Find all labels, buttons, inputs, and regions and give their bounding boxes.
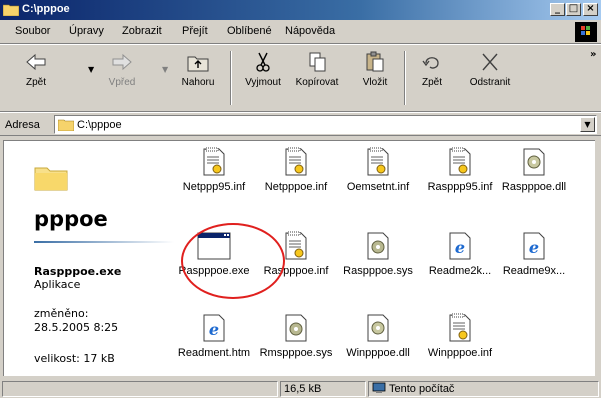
ie-icon: e <box>173 313 255 343</box>
menu-bar: Soubor Úpravy Zobrazit Přejít Oblíbené N… <box>0 20 601 44</box>
folder-view: pppoe Raspppoe.exe Aplikace změněno: 28.… <box>3 140 601 376</box>
maximize-button[interactable]: □ <box>566 3 581 16</box>
file-item[interactable]: Netpppoe.inf <box>255 147 337 193</box>
file-name: Winpppoe.dll <box>346 347 410 359</box>
modified-date: 28.5.2005 8:25 <box>34 321 119 334</box>
ie-icon: e <box>419 231 501 261</box>
details-panel: pppoe Raspppoe.exe Aplikace změněno: 28.… <box>4 141 182 377</box>
file-item[interactable]: Raspppoe.dll <box>493 147 575 193</box>
status-size: 16,5 kB <box>280 381 366 397</box>
file-item[interactable]: e Readme2k... <box>419 231 501 277</box>
inf-icon <box>419 313 501 343</box>
svg-text:e: e <box>529 238 539 257</box>
selected-file-type: Aplikace <box>34 278 81 291</box>
file-name: Winpppoe.inf <box>427 347 493 359</box>
folder-icon <box>3 4 19 16</box>
file-item[interactable]: Winpppoe.dll <box>337 313 419 359</box>
file-item[interactable]: Netppp95.inf <box>173 147 255 193</box>
scissors-icon <box>256 52 270 72</box>
copy-button[interactable]: Kopírovat <box>288 51 346 88</box>
file-item[interactable]: Raspppoe.sys <box>337 231 419 277</box>
address-bar: Adresa C:\pppoe ▼ <box>0 112 601 136</box>
highlight-circle <box>181 223 285 299</box>
address-label: Adresa <box>5 119 40 131</box>
address-value: C:\pppoe <box>77 119 122 131</box>
file-item[interactable]: Rmspppoe.sys <box>255 313 337 359</box>
inf-icon <box>419 147 501 177</box>
sys-icon <box>255 313 337 343</box>
menu-prejit[interactable]: Přejít <box>182 25 208 37</box>
title-bar[interactable]: C:\pppoe _ □ × <box>0 0 601 20</box>
up-folder-icon <box>187 56 209 72</box>
folder-icon <box>58 119 74 131</box>
file-item[interactable]: e Readme9x... <box>493 231 575 277</box>
copy-icon <box>309 52 326 72</box>
windows-logo-icon <box>575 22 597 42</box>
selected-file-name: Raspppoe.exe <box>34 265 122 278</box>
dll-icon <box>493 147 575 177</box>
forward-arrow-icon <box>112 53 132 71</box>
address-dropdown-button[interactable]: ▼ <box>580 117 595 132</box>
scrollbar[interactable] <box>595 140 601 376</box>
up-button[interactable]: Nahoru <box>174 51 222 88</box>
selected-file-size: velikost: 17 kB <box>34 352 115 365</box>
minimize-button[interactable]: _ <box>550 3 565 16</box>
status-bar: 16,5 kB Tento počítač <box>0 378 601 398</box>
paste-icon <box>366 51 384 72</box>
dll-icon <box>337 313 419 343</box>
close-button[interactable]: × <box>583 3 598 16</box>
file-name: Readment.htm <box>177 347 251 359</box>
paste-button[interactable]: Vložit <box>354 51 396 88</box>
toolbar-more-chevron[interactable]: » <box>590 49 596 60</box>
file-name: Readme9x... <box>502 265 566 277</box>
undo-button[interactable]: Zpět <box>412 51 452 88</box>
svg-text:e: e <box>209 320 219 339</box>
file-name: Rmspppoe.sys <box>259 347 333 359</box>
file-item[interactable]: e Readment.htm <box>173 313 255 359</box>
inf-icon <box>173 147 255 177</box>
delete-x-icon <box>482 53 498 71</box>
computer-icon <box>372 382 386 393</box>
ie-icon: e <box>493 231 575 261</box>
file-name: Rasppp95.inf <box>427 181 493 193</box>
modified-label: změněno: <box>34 307 89 320</box>
toolbar: Zpět ▼ Vpřed ▼ Nahoru Vyjmout Kopírovat <box>0 44 601 112</box>
back-arrow-icon <box>26 53 46 71</box>
cut-button[interactable]: Vyjmout <box>238 51 288 88</box>
folder-title: pppoe <box>34 207 108 231</box>
file-name: Raspppoe.dll <box>501 181 567 193</box>
file-item[interactable]: Rasppp95.inf <box>419 147 501 193</box>
forward-button[interactable]: Vpřed <box>100 51 144 88</box>
back-dropdown-icon[interactable]: ▼ <box>88 65 94 74</box>
menu-soubor[interactable]: Soubor <box>15 25 50 37</box>
back-button[interactable]: Zpět <box>16 51 56 88</box>
menu-napoveda[interactable]: Nápověda <box>285 25 335 37</box>
file-name: Raspppoe.sys <box>343 265 413 277</box>
file-name: Netppp95.inf <box>182 181 246 193</box>
toolbar-separator <box>404 51 406 105</box>
window-title: C:\pppoe <box>22 3 70 15</box>
undo-icon <box>422 57 439 69</box>
file-item[interactable]: Winpppoe.inf <box>419 313 501 359</box>
inf-icon <box>255 147 337 177</box>
status-location: Tento počítač <box>368 381 599 397</box>
toolbar-separator <box>230 51 232 105</box>
file-item[interactable]: Oemsetnt.inf <box>337 147 419 193</box>
menu-oblibene[interactable]: Oblíbené <box>227 25 272 37</box>
address-input[interactable]: C:\pppoe ▼ <box>54 115 597 134</box>
file-name: Readme2k... <box>428 265 492 277</box>
menu-upravy[interactable]: Úpravy <box>69 25 104 37</box>
large-folder-icon <box>34 167 68 191</box>
svg-text:e: e <box>455 238 465 257</box>
sys-icon <box>337 231 419 261</box>
delete-button[interactable]: Odstranit <box>460 51 520 88</box>
menu-zobrazit[interactable]: Zobrazit <box>122 25 162 37</box>
divider <box>34 241 174 243</box>
inf-icon <box>337 147 419 177</box>
status-panel-empty <box>2 381 278 397</box>
file-name: Oemsetnt.inf <box>346 181 410 193</box>
forward-dropdown-icon[interactable]: ▼ <box>162 65 168 74</box>
file-name: Netpppoe.inf <box>264 181 328 193</box>
